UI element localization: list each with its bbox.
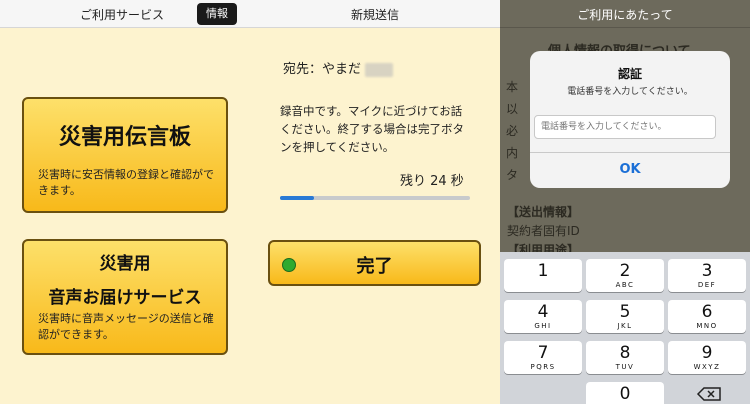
destination-label: 宛先：やまだ (283, 58, 394, 77)
key-digit: 5 (619, 302, 631, 322)
key-0[interactable]: 0 (586, 382, 664, 404)
button-title-line2: 音声お届けサービス (48, 288, 202, 308)
bg-section-heading: 【送出情報】 (507, 205, 580, 219)
button-title: 災害用伝言板 (58, 125, 191, 150)
key-letters: ABC (615, 281, 635, 289)
bg-line: 以 (506, 102, 519, 116)
nav-title: ご利用にあたって (577, 8, 673, 22)
dialog-divider (530, 152, 730, 153)
progress-fill (280, 196, 315, 200)
bg-line: タ (506, 168, 519, 182)
phone-number-input[interactable] (534, 115, 716, 139)
key-1[interactable]: 1 (504, 259, 582, 292)
key-letters: JKL (617, 322, 633, 330)
info-button[interactable]: 情報 (197, 3, 237, 25)
nav-title: ご利用サービス (80, 8, 165, 22)
dialog-message: 電話番号を入力してください。 (567, 87, 693, 97)
bg-item: 契約者固有ID (507, 224, 580, 238)
key-letters: WXYZ (693, 363, 721, 371)
nav-title: 新規送信 (350, 8, 399, 22)
bg-line: 本 (506, 80, 519, 94)
dialog-title: 認証 (617, 67, 642, 81)
remaining-time: 残り 24 秒 (400, 174, 464, 189)
bg-line: 必 (506, 124, 519, 138)
key-digit: 7 (537, 343, 549, 363)
numeric-keypad: 1 2 ABC 3 DEF 4 GHI 5 JKL 6 MNO 7 PQRS 8 TUV 9W… (500, 252, 750, 404)
button-description: 災害時に安否情報の登録と確認ができます。 (38, 168, 214, 197)
blurred-name (365, 62, 394, 77)
destination-text: 宛先：やまだ (283, 62, 362, 77)
nav-bar: ご利用サービス 情報 (0, 0, 250, 28)
recording-message: 録音中です。マイクに近づけてお話ください。終了する場合は完了ボタンを押してくださ… (280, 104, 464, 154)
bg-line: 内 (506, 146, 519, 160)
ok-button[interactable]: OK (530, 162, 730, 177)
button-title-line1: 災害用 (99, 254, 151, 274)
key-digit: 9 (701, 343, 713, 363)
key-6[interactable]: 6 MNO (668, 300, 746, 333)
done-button-label: 完了 (356, 256, 393, 277)
key-digit: 4 (537, 302, 549, 322)
key-7[interactable]: 7 PQRS (504, 341, 582, 374)
key-letters: GHI (534, 322, 552, 330)
key-letters: MNO (696, 322, 718, 330)
disaster-message-board-button[interactable]: 災害用伝言板 災害時に安否情報の登録と確認ができます。 (22, 97, 228, 213)
backspace-icon (696, 387, 721, 401)
done-button[interactable]: 完了 (268, 240, 481, 286)
backspace-key[interactable] (668, 382, 746, 404)
key-4[interactable]: 4 GHI (504, 300, 582, 333)
key-digit: 8 (619, 343, 631, 363)
voice-delivery-service-button[interactable]: 災害用 音声お届けサービス 災害時に音声メッセージの送信と確認ができます。 (22, 239, 228, 355)
key-digit: 6 (701, 302, 713, 322)
key-digit: 0 (619, 384, 631, 404)
nav-bar: 新規送信 (250, 0, 500, 28)
key-digit: 1 (537, 261, 549, 281)
key-letters: PQRS (530, 363, 556, 371)
key-letters: DEF (697, 281, 717, 289)
button-description: 災害時に音声メッセージの送信と確認ができます。 (38, 312, 214, 341)
nav-bar: ご利用にあたって (500, 0, 750, 28)
key-digit: 3 (701, 261, 713, 281)
key-3[interactable]: 3 DEF (668, 259, 746, 292)
key-letters: TUV (615, 363, 635, 371)
key-5[interactable]: 5 JKL (586, 300, 664, 333)
key-digit: 2 (619, 261, 631, 281)
auth-dialog: 認証 電話番号を入力してください。 OK (530, 51, 730, 188)
key-9[interactable]: 9 WXYZ (668, 341, 746, 374)
key-8[interactable]: 8 TUV (586, 341, 664, 374)
recording-progress-bar (280, 196, 470, 200)
key-2[interactable]: 2 ABC (586, 259, 664, 292)
services-screen: ご利用サービス 情報 災害用伝言板 災害時に安否情報の登録と確認ができます。 災… (0, 0, 250, 404)
